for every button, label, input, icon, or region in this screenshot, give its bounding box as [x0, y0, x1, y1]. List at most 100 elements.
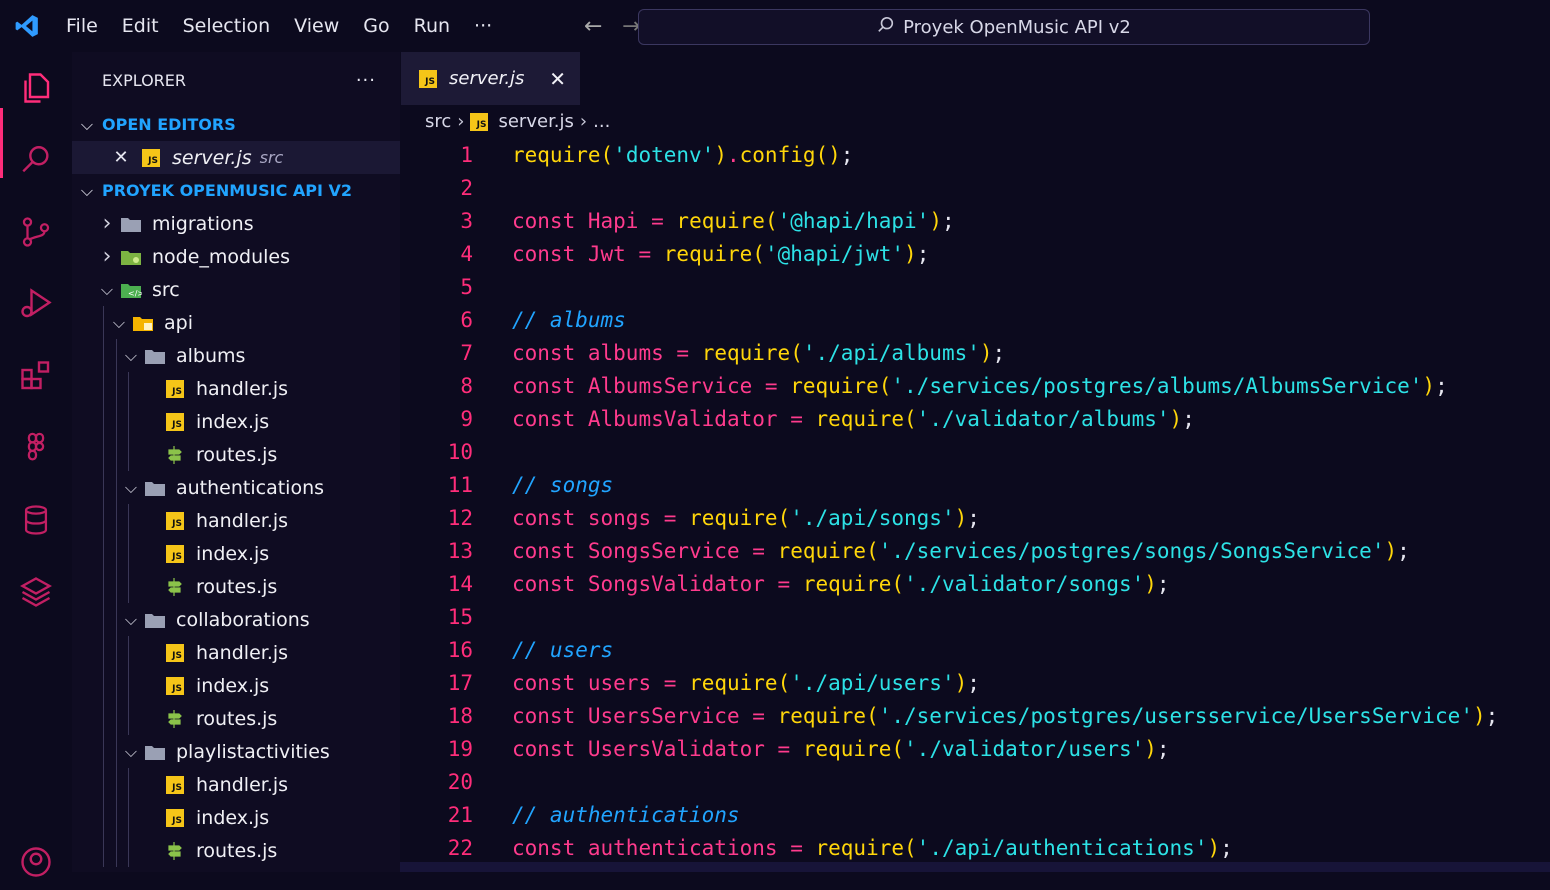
code-line: 16 // users [400, 633, 1550, 666]
explorer-icon[interactable] [0, 60, 72, 116]
line-number: 20 [447, 769, 473, 794]
open-editor-item[interactable]: ✕ JS server.js src [72, 141, 400, 174]
menu-view[interactable]: View [282, 15, 351, 37]
tree-file[interactable]: JS index.js [72, 537, 400, 570]
code-token: './validator/users' [904, 736, 1145, 761]
tree-file[interactable]: routes.js [72, 702, 400, 735]
tree-item-label: handler.js [196, 377, 289, 400]
chevron-down-icon: ⌵ [124, 741, 138, 761]
menu-file[interactable]: File [54, 15, 110, 37]
search-icon[interactable] [0, 132, 72, 188]
tree-folder[interactable]: › node_modules [72, 240, 400, 273]
chevron-right-icon: › [579, 111, 588, 132]
figma-icon[interactable] [0, 420, 72, 476]
breadcrumb-more[interactable]: ... [593, 111, 610, 132]
tree-folder[interactable]: ⌵ playlistactivities [72, 735, 400, 768]
folder-icon [142, 610, 168, 630]
tree-folder[interactable]: ⌵ api [72, 306, 400, 339]
folder-icon [118, 214, 144, 234]
command-center-search[interactable]: Proyek OpenMusic API v2 [638, 9, 1370, 45]
open-editor-filename: server.js [172, 146, 252, 169]
line-number: 6 [460, 307, 473, 332]
tree-file[interactable]: routes.js [72, 570, 400, 603]
menu-run[interactable]: Run [402, 15, 462, 37]
code-token: ; [916, 241, 930, 266]
tree-folder[interactable]: › migrations [72, 207, 400, 240]
code-token: = [777, 736, 791, 761]
menu-more-icon[interactable]: ··· [462, 15, 504, 37]
code-token: require [802, 571, 892, 596]
tree-folder[interactable]: ⌵ </> src [72, 273, 400, 306]
tree-file[interactable]: JS index.js [72, 669, 400, 702]
source-control-icon[interactable] [0, 204, 72, 260]
line-number: 1 [460, 142, 473, 167]
project-section[interactable]: ⌵ PROYEK OPENMUSIC API V2 [72, 174, 400, 207]
code-token: './api/authentications' [916, 835, 1208, 860]
code-token: ; [1156, 736, 1170, 761]
code-text: const UsersValidator = require('./valida… [512, 737, 1170, 761]
title-bar: File Edit Selection View Go Run ··· ← → Proyek… [0, 0, 1550, 52]
tree-file[interactable]: routes.js [72, 438, 400, 471]
line-number: 11 [447, 472, 473, 497]
project-label: PROYEK OPENMUSIC API V2 [102, 181, 353, 200]
code-token: SongsValidator [587, 571, 765, 596]
vscode-logo-icon[interactable] [0, 0, 54, 52]
code-token: . [726, 142, 740, 167]
run-debug-icon[interactable] [0, 276, 72, 332]
code-token: ) [1144, 571, 1157, 596]
tree-folder[interactable]: ⌵ authentications [72, 471, 400, 504]
more-actions-icon[interactable]: ··· [356, 70, 376, 91]
tree-file[interactable]: routes.js [72, 834, 400, 867]
extensions-icon[interactable] [0, 348, 72, 404]
code-token: = [764, 373, 778, 398]
code-editor[interactable]: 1 require('dotenv').config(); 2 3 const Hapi… [400, 138, 1550, 864]
code-line: 10 [400, 435, 1550, 468]
code-token: AlbumsService [587, 373, 753, 398]
tree-file[interactable]: JS handler.js [72, 504, 400, 537]
code-token: const [512, 835, 576, 860]
folder-icon [142, 742, 168, 762]
menu-go[interactable]: Go [351, 15, 401, 37]
menu-edit[interactable]: Edit [110, 15, 171, 37]
account-icon[interactable] [0, 834, 72, 890]
tree-file[interactable]: JS handler.js [72, 768, 400, 801]
database-icon[interactable] [0, 492, 72, 548]
menu-selection[interactable]: Selection [171, 15, 283, 37]
close-icon[interactable]: ✕ [110, 147, 132, 168]
code-text: const AlbumsValidator = require('./valid… [512, 407, 1195, 431]
indent-guide [103, 405, 104, 438]
line-number: 17 [447, 670, 473, 695]
js-file-icon: JS [162, 775, 188, 795]
horizontal-scrollbar[interactable] [400, 862, 1550, 872]
code-token: ; [992, 340, 1006, 365]
indent-guide [103, 438, 104, 471]
file-tree: › migrations › node_modules ⌵ </> src ⌵ api ⌵ albu… [72, 207, 400, 867]
indent-guide [128, 405, 129, 438]
tree-file[interactable]: JS handler.js [72, 372, 400, 405]
code-token: = [638, 241, 652, 266]
breadcrumb-folder[interactable]: src [425, 111, 451, 132]
open-editors-label: OPEN EDITORS [102, 115, 236, 134]
tree-file[interactable]: JS handler.js [72, 636, 400, 669]
code-token: ; [1485, 703, 1499, 728]
code-line: 11 // songs [400, 468, 1550, 501]
code-token: require [701, 340, 791, 365]
code-token: require [689, 670, 778, 695]
tree-file[interactable]: JS index.js [72, 801, 400, 834]
code-token: 'dotenv' [613, 142, 715, 167]
tab-server-js[interactable]: JS server.js ✕ [401, 52, 580, 105]
tree-file[interactable]: JS index.js [72, 405, 400, 438]
back-arrow-icon[interactable]: ← [574, 14, 612, 39]
indent-guide [128, 438, 129, 471]
close-tab-icon[interactable]: ✕ [549, 67, 566, 91]
tree-folder[interactable]: ⌵ collaborations [72, 603, 400, 636]
open-editors-section[interactable]: ⌵ OPEN EDITORS [72, 108, 400, 141]
breadcrumb-file[interactable]: server.js [498, 111, 573, 132]
tree-folder[interactable]: ⌵ albums [72, 339, 400, 372]
layers-icon[interactable] [0, 564, 72, 620]
